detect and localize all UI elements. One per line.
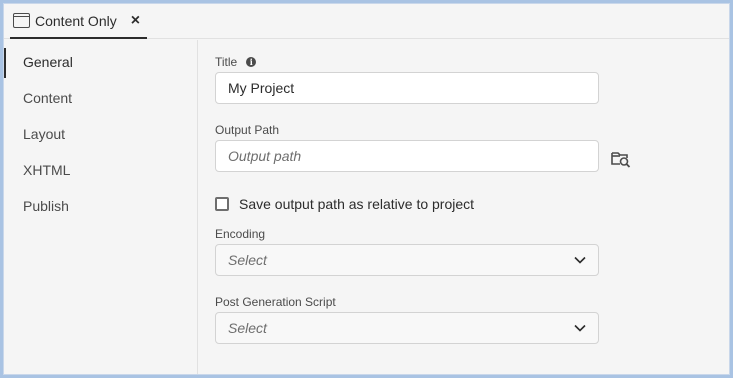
- sidebar: General Content Layout XHTML Publish: [4, 40, 198, 374]
- chevron-down-icon: [574, 324, 586, 332]
- tab-bar: Content Only ×: [4, 4, 729, 39]
- encoding-select-value: Select: [228, 252, 267, 268]
- sidebar-item-label: Layout: [23, 126, 66, 142]
- output-path-label-text: Output Path: [215, 123, 280, 137]
- title-field-label: Title i: [215, 55, 257, 69]
- title-label-text: Title: [215, 55, 238, 69]
- close-icon[interactable]: ×: [131, 12, 140, 29]
- sidebar-item-xhtml[interactable]: XHTML: [4, 154, 198, 186]
- tab-content-only[interactable]: Content Only ×: [10, 4, 147, 39]
- sidebar-item-content[interactable]: Content: [4, 82, 198, 114]
- encoding-select[interactable]: Select: [215, 244, 599, 276]
- dialog-window: Content Only × General Content Layout XH…: [3, 3, 730, 375]
- sidebar-item-label: XHTML: [23, 162, 71, 178]
- relative-path-checkbox[interactable]: [215, 197, 229, 211]
- browse-folder-icon[interactable]: [611, 150, 631, 168]
- encoding-label: Encoding: [215, 227, 265, 241]
- relative-path-checkbox-row[interactable]: Save output path as relative to project: [215, 196, 474, 212]
- sidebar-item-general[interactable]: General: [4, 46, 198, 78]
- output-path-label: Output Path: [215, 123, 279, 137]
- output-path-input[interactable]: [215, 140, 599, 172]
- chevron-down-icon: [574, 256, 586, 264]
- post-script-select[interactable]: Select: [215, 312, 599, 344]
- sidebar-item-label: General: [23, 54, 73, 70]
- post-script-label-text: Post Generation Script: [215, 295, 336, 309]
- window-icon: [13, 13, 30, 28]
- general-form: Title i Output Path Save output path as …: [199, 40, 729, 374]
- title-input[interactable]: [215, 72, 599, 104]
- sidebar-item-label: Publish: [23, 198, 69, 214]
- tab-label: Content Only: [35, 12, 117, 29]
- sidebar-item-label: Content: [23, 90, 73, 106]
- info-icon[interactable]: i: [246, 57, 257, 67]
- encoding-label-text: Encoding: [215, 227, 266, 241]
- post-script-label: Post Generation Script: [215, 295, 336, 309]
- relative-path-checkbox-label: Save output path as relative to project: [239, 196, 475, 212]
- sidebar-item-publish[interactable]: Publish: [4, 190, 198, 222]
- post-script-select-value: Select: [228, 320, 267, 336]
- sidebar-item-layout[interactable]: Layout: [4, 118, 198, 150]
